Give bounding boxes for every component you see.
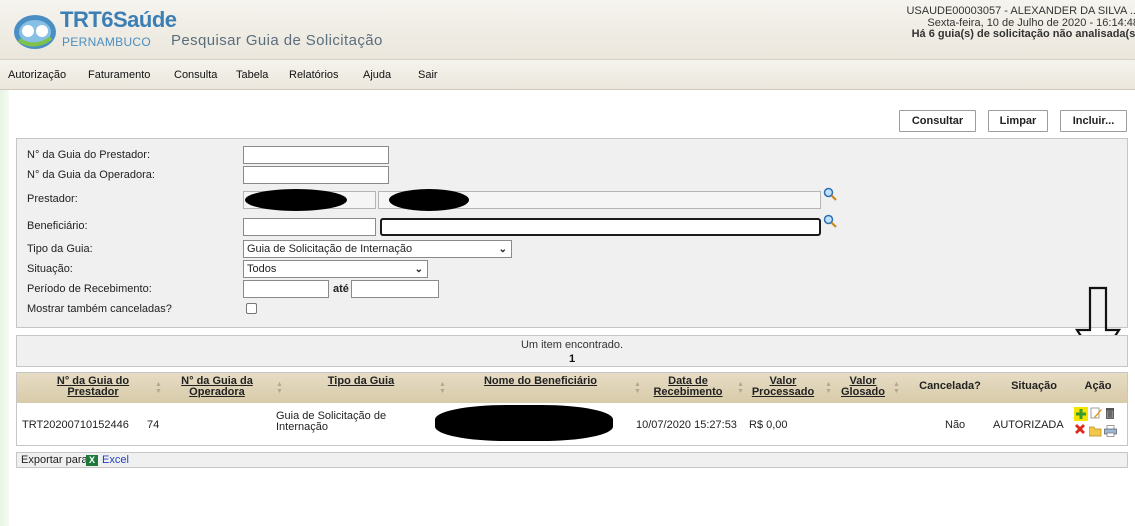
menu-item-tabela[interactable]: Tabela — [236, 69, 268, 81]
consultar-button[interactable]: Consultar — [899, 110, 976, 132]
sort-icon[interactable]: ▲ ▼ — [737, 381, 744, 395]
pending-guides-notice: Há 6 guia(s) de solicitação não analisad… — [911, 28, 1135, 40]
incluir-button[interactable]: Incluir... — [1060, 110, 1127, 132]
page-number[interactable]: 1 — [17, 353, 1127, 365]
periodo-label: Período de Recebimento: — [27, 283, 152, 295]
menu-item-ajuda[interactable]: Ajuda — [363, 69, 391, 81]
export-label: Exportar para: — [21, 454, 91, 466]
beneficiario-label: Beneficiário: — [27, 220, 88, 232]
situacao-value: Todos — [247, 263, 277, 275]
sort-icon[interactable]: ▲ ▼ — [155, 381, 162, 395]
periodo-fim-input[interactable] — [351, 280, 439, 298]
limpar-button[interactable]: Limpar — [988, 110, 1048, 132]
export-excel-link[interactable]: Excel — [102, 454, 129, 466]
redacted-block — [435, 405, 613, 441]
export-bar: Exportar para: X Excel — [16, 452, 1128, 468]
chevron-down-icon: ⌄ — [498, 244, 507, 255]
results-table: N° da Guia do Prestador ▲ ▼ N° da Guia da… — [16, 372, 1128, 446]
redacted-block — [389, 189, 469, 211]
add-icon[interactable] — [1074, 407, 1088, 421]
col-tipo-guia[interactable]: Tipo da Guia — [291, 376, 431, 387]
prestador-label: Prestador: — [27, 193, 78, 205]
col-guia-prestador[interactable]: N° da Guia do Prestador — [39, 376, 147, 398]
col-guia-operadora[interactable]: N° da Guia da Operadora — [167, 376, 267, 398]
guia-prestador-input[interactable] — [243, 146, 389, 164]
tipo-guia-label: Tipo da Guia: — [27, 243, 93, 255]
canceladas-label: Mostrar também canceladas? — [27, 303, 172, 315]
tipo-guia-select[interactable]: Guia de Solicitação de Internação ⌄ — [243, 240, 512, 258]
search-icon[interactable] — [823, 187, 837, 201]
table-header: N° da Guia do Prestador ▲ ▼ N° da Guia da… — [17, 373, 1127, 403]
folder-icon[interactable] — [1089, 425, 1102, 437]
page-title: Pesquisar Guia de Solicitação — [171, 32, 383, 49]
sort-icon[interactable]: ▲ ▼ — [276, 381, 283, 395]
logo-title: TRT6Saúde — [60, 7, 177, 32]
col-cancelada: Cancelada? — [919, 380, 981, 392]
beneficiario-name-field[interactable] — [380, 218, 821, 236]
guia-prestador-label: N° da Guia do Prestador: — [27, 149, 151, 161]
cell-guia-operadora: 74 — [147, 419, 160, 431]
logo-subtitle: PERNAMBUCO — [62, 35, 152, 49]
col-valor-processado[interactable]: Valor Processado — [748, 376, 818, 398]
cell-guia-prestador: TRT20200710152446 — [22, 419, 129, 431]
menu-item-faturamento[interactable]: Faturamento — [88, 69, 150, 81]
results-bar: Um item encontrado. 1 — [16, 335, 1128, 367]
sort-icon[interactable]: ▲ ▼ — [893, 381, 900, 395]
redacted-block — [245, 189, 347, 211]
print-icon[interactable] — [1104, 425, 1117, 437]
tipo-guia-value: Guia de Solicitação de Internação — [247, 243, 413, 255]
cancel-icon[interactable] — [1074, 423, 1086, 435]
page-header: TRT6Saúde PERNAMBUCO Pesquisar Guia de S… — [0, 0, 1135, 60]
situacao-select[interactable]: Todos ⌄ — [243, 260, 428, 278]
beneficiario-code-input[interactable] — [243, 218, 376, 236]
side-accent-strip — [0, 60, 9, 526]
col-beneficiario[interactable]: Nome do Beneficiário — [453, 376, 628, 387]
user-id: USAUDE00003057 - ALEXANDER DA SILVA ... — [906, 5, 1135, 17]
edit-icon[interactable] — [1090, 407, 1102, 419]
menu-item-autorizacao[interactable]: Autorização — [8, 69, 66, 81]
cell-valor-processado: R$ 0,00 — [749, 419, 788, 431]
cell-cancelada: Não — [945, 419, 966, 431]
canceladas-checkbox[interactable] — [246, 303, 257, 314]
excel-icon[interactable]: X — [86, 455, 98, 466]
delete-icon[interactable] — [1104, 407, 1116, 419]
menu-item-sair[interactable]: Sair — [418, 69, 438, 81]
chevron-down-icon: ⌄ — [414, 264, 423, 275]
col-data-recebimento[interactable]: Data de Recebimento — [645, 376, 731, 398]
menu-item-consulta[interactable]: Consulta — [174, 69, 217, 81]
col-situacao: Situação — [1011, 380, 1057, 392]
logo-icon — [14, 15, 56, 49]
main-menu: Autorização Faturamento Consulta Tabela … — [0, 60, 1135, 90]
menu-item-relatorios[interactable]: Relatórios — [289, 69, 339, 81]
col-valor-glosado[interactable]: Valor Glosado — [839, 376, 887, 398]
cell-tipo-guia: Guia de Solicitação de Internação — [276, 410, 387, 433]
sort-icon[interactable]: ▲ ▼ — [825, 381, 832, 395]
table-row[interactable]: TRT20200710152446 74 Guia de Solicitação… — [17, 403, 1127, 445]
sort-icon[interactable]: ▲ ▼ — [634, 381, 641, 395]
periodo-ate-label: até — [333, 283, 349, 295]
user-info: USAUDE00003057 - ALEXANDER DA SILVA ... … — [906, 5, 1135, 41]
periodo-inicio-input[interactable] — [243, 280, 329, 298]
status-badge: AUTORIZADA — [993, 419, 1064, 431]
search-icon[interactable] — [823, 214, 837, 228]
cell-data-recebimento: 10/07/2020 15:27:53 — [636, 419, 737, 431]
results-message: Um item encontrado. — [520, 339, 624, 351]
situacao-label: Situação: — [27, 263, 73, 275]
guia-operadora-input[interactable] — [243, 166, 389, 184]
col-acao: Ação — [1084, 380, 1112, 392]
sort-icon[interactable]: ▲ ▼ — [439, 381, 446, 395]
search-panel: N° da Guia do Prestador: N° da Guia da O… — [16, 138, 1128, 328]
guia-operadora-label: N° da Guia da Operadora: — [27, 169, 155, 181]
